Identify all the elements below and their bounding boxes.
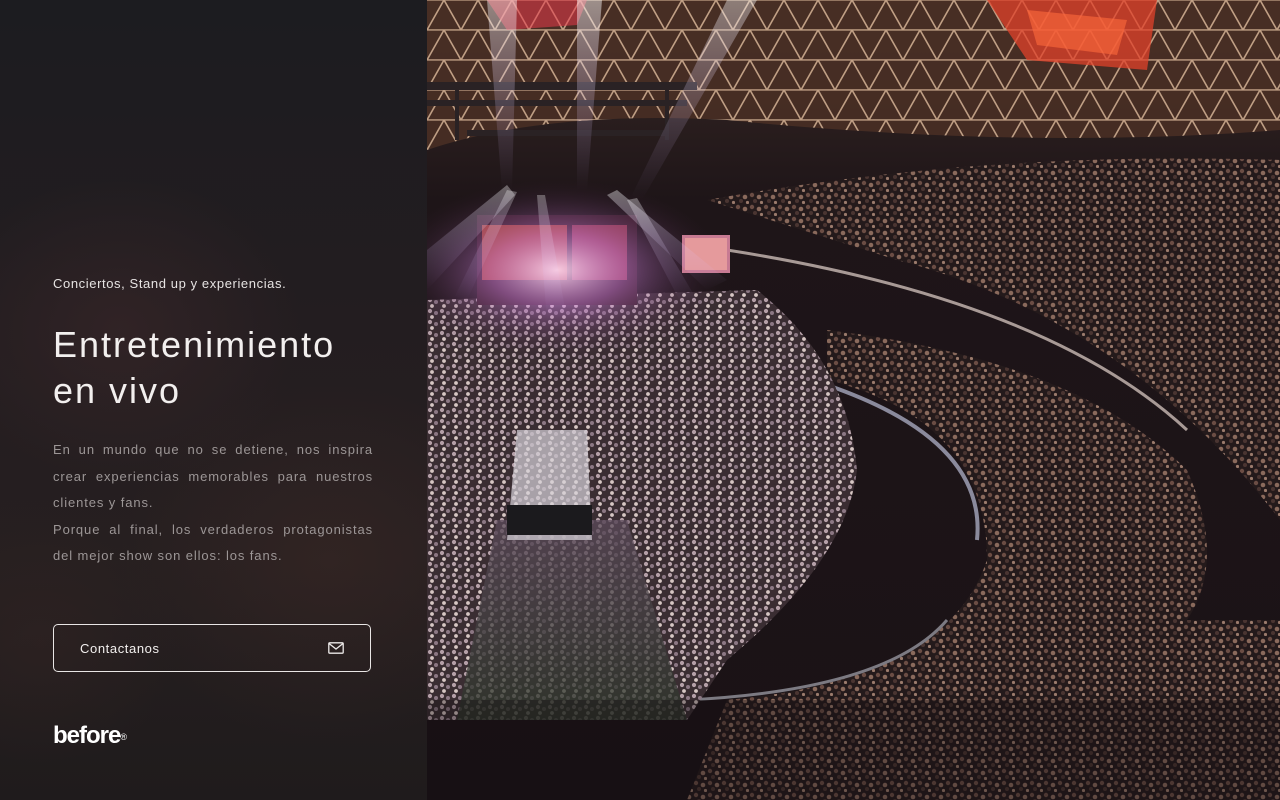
intro-panel: Conciertos, Stand up y experiencias. Ent… <box>0 0 427 800</box>
intro-paragraph-1: En un mundo que no se detiene, nos inspi… <box>53 442 373 510</box>
hero-concert-photo <box>427 0 1280 800</box>
intro-description: En un mundo que no se detiene, nos inspi… <box>53 437 373 570</box>
intro-paragraph-2: Porque al final, los verdaderos protagon… <box>53 521 373 564</box>
tagline: Conciertos, Stand up y experiencias. <box>53 276 287 291</box>
page-title-line-1: Entretenimiento <box>53 324 336 365</box>
page-title-line-2: en vivo <box>53 370 182 411</box>
brand-logo[interactable]: before® <box>53 722 127 750</box>
registered-mark: ® <box>120 732 127 742</box>
page-title: Entretenimiento en vivo <box>53 322 383 414</box>
contact-button-label: Contactanos <box>80 640 160 656</box>
contact-button[interactable]: Contactanos <box>53 624 371 672</box>
brand-logo-text: before <box>53 722 121 749</box>
mail-icon <box>328 642 344 654</box>
